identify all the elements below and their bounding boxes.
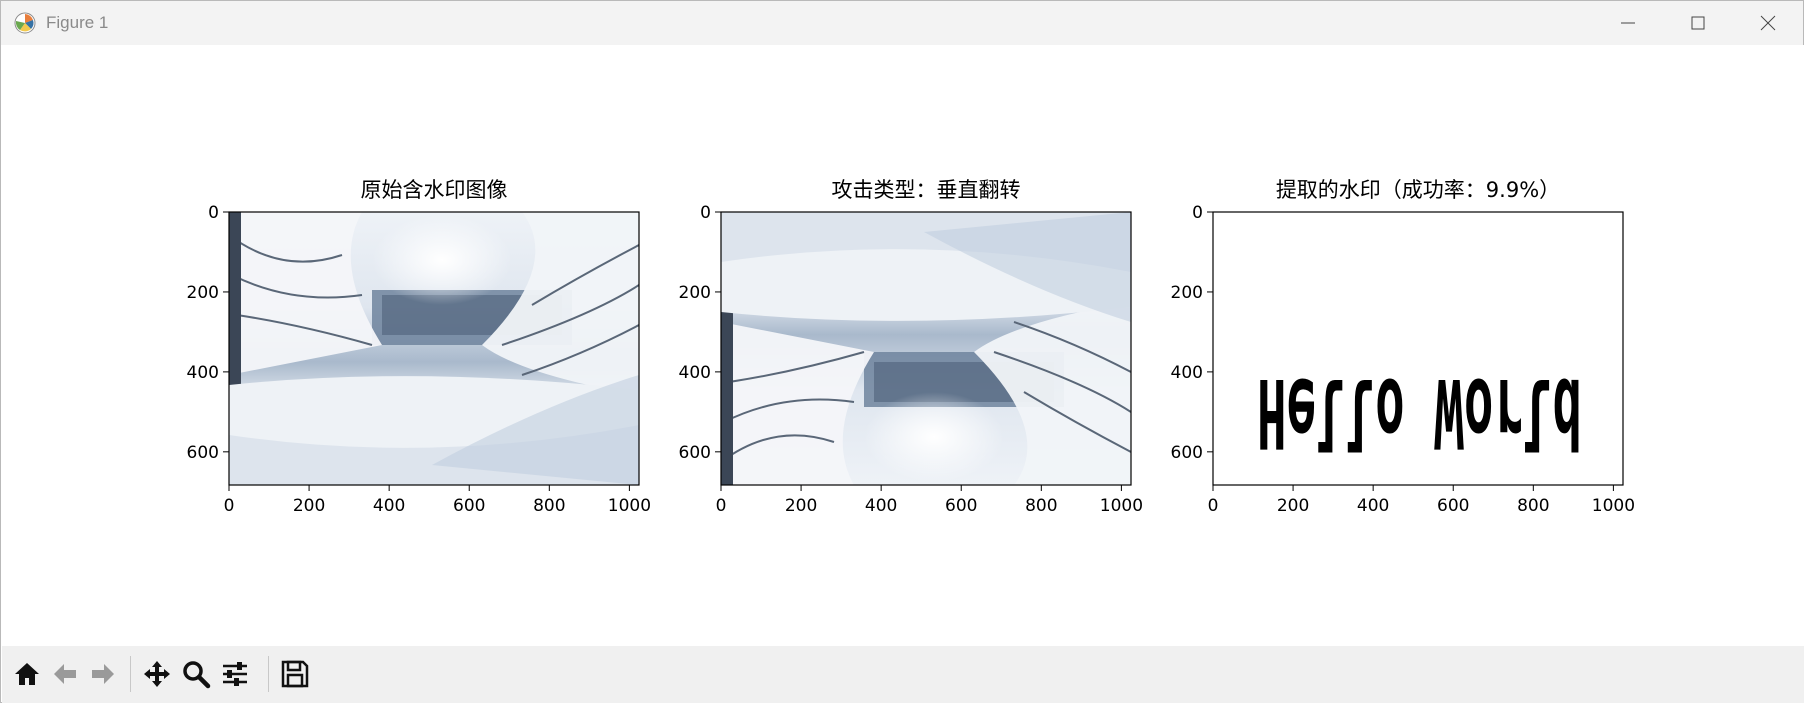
- axes-flipped: [720, 211, 1132, 486]
- x-tick-label: 600: [945, 496, 977, 516]
- y-tick-label: 200: [187, 283, 219, 303]
- axes-title-extracted: 提取的水印（成功率：9.9%）: [1276, 178, 1560, 202]
- title-bar: Figure 1: [1, 1, 1803, 45]
- y-tick-label: 0: [700, 203, 711, 223]
- x-tick-label: 1000: [1100, 496, 1143, 516]
- configure-subplots-button[interactable]: [216, 654, 254, 694]
- window-title: Figure 1: [46, 13, 109, 32]
- y-tick-label: 400: [1171, 363, 1203, 383]
- y-tick-label: 400: [679, 363, 711, 383]
- x-tick-label: 600: [1437, 496, 1469, 516]
- axes-title-attack: 攻击类型：垂直翻转: [832, 178, 1021, 202]
- y-tick-label: 600: [1171, 443, 1203, 463]
- x-tick-label: 400: [1357, 496, 1389, 516]
- y-tick-label: 0: [208, 203, 219, 223]
- x-tick-label: 0: [1208, 496, 1219, 516]
- forward-button[interactable]: [84, 654, 122, 694]
- back-arrow-icon: [54, 664, 76, 684]
- x-tick-label: 200: [293, 496, 325, 516]
- figure-canvas[interactable]: 0 200 400 600 800 1000 0 200 400 600 0 200 400 600 800…: [2, 45, 1804, 646]
- pan-button[interactable]: [138, 654, 176, 694]
- pan-icon: [144, 661, 170, 687]
- configure-subplots-icon: [223, 662, 247, 686]
- y-tick-label: 0: [1192, 203, 1203, 223]
- y-tick-label: 200: [1171, 283, 1203, 303]
- x-tick-label: 200: [1277, 496, 1309, 516]
- x-tick-label: 400: [865, 496, 897, 516]
- y-tick-label: 400: [187, 363, 219, 383]
- home-icon: [15, 663, 39, 685]
- forward-arrow-icon: [92, 664, 114, 684]
- axes-title-original: 原始含水印图像: [361, 178, 508, 202]
- flipped-image: [721, 212, 1131, 485]
- toolbar-separator: [130, 656, 131, 692]
- x-tick-label: 600: [453, 496, 485, 516]
- save-button[interactable]: [276, 654, 314, 694]
- watermark-text: Hello World: [1257, 357, 1582, 465]
- x-tick-label: 800: [1517, 496, 1549, 516]
- x-tick-label: 0: [224, 496, 235, 516]
- matplotlib-logo-icon: [14, 12, 36, 34]
- zoom-button[interactable]: [177, 654, 215, 694]
- x-tick-label: 1000: [608, 496, 651, 516]
- extracted-watermark-text: Hello World: [1257, 357, 1582, 465]
- original-image: [229, 212, 639, 485]
- x-tick-label: 1000: [1592, 496, 1635, 516]
- y-tick-label: 600: [187, 443, 219, 463]
- close-button[interactable]: [1738, 1, 1798, 45]
- save-icon: [281, 660, 309, 688]
- minimize-button[interactable]: [1598, 1, 1658, 45]
- x-tick-label: 0: [716, 496, 727, 516]
- toolbar-separator: [268, 656, 269, 692]
- y-tick-label: 200: [679, 283, 711, 303]
- x-tick-label: 200: [785, 496, 817, 516]
- zoom-icon: [183, 661, 211, 689]
- x-tick-label: 800: [1025, 496, 1057, 516]
- minimize-icon: [1621, 22, 1635, 24]
- maximize-button[interactable]: [1668, 1, 1728, 45]
- axes-original: [228, 211, 640, 486]
- close-icon: [1760, 15, 1776, 31]
- x-tick-label: 800: [533, 496, 565, 516]
- navigation-toolbar: [2, 646, 1804, 703]
- back-button[interactable]: [46, 654, 84, 694]
- x-tick-label: 400: [373, 496, 405, 516]
- figure-window: Figure 1 0 200 400 600 800 1000 0 200 40…: [0, 0, 1804, 703]
- maximize-icon: [1691, 16, 1705, 30]
- y-tick-label: 600: [679, 443, 711, 463]
- home-button[interactable]: [8, 654, 46, 694]
